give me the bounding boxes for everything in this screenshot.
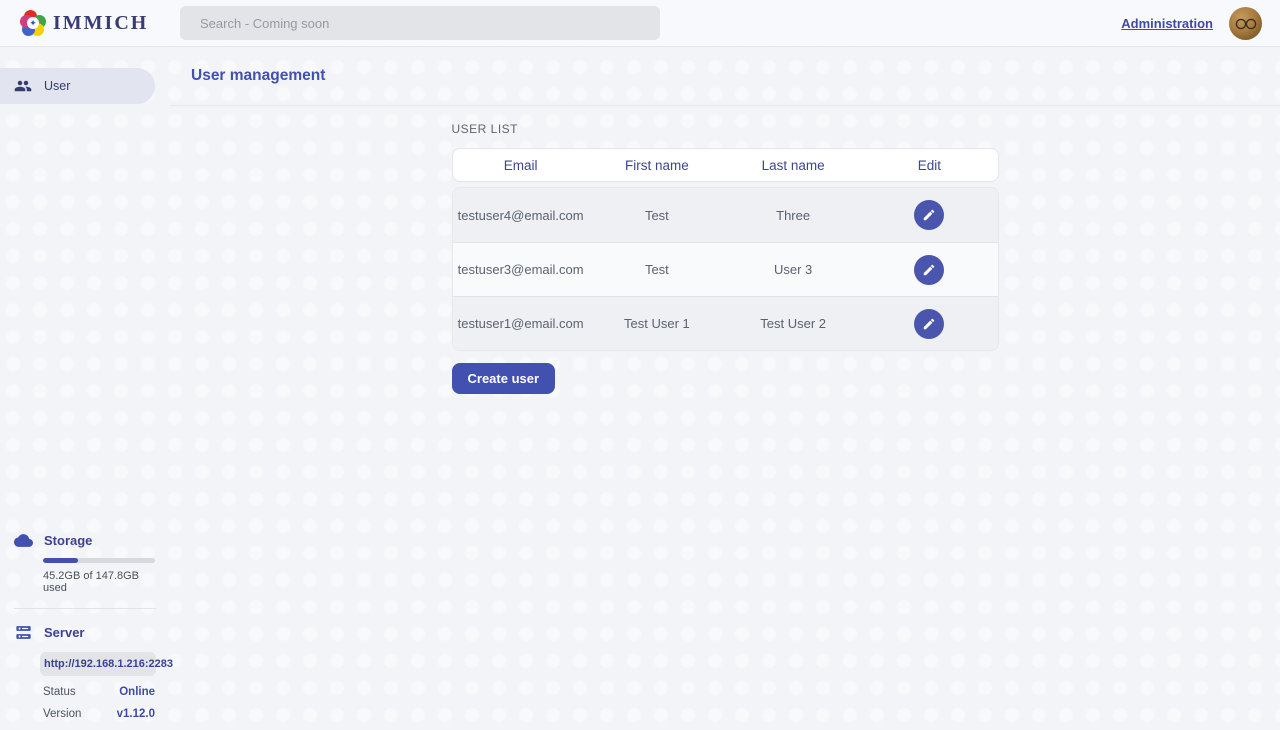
sidebar: User Storage 45.2GB of 147.8GB used xyxy=(0,47,170,730)
edit-user-button[interactable] xyxy=(914,200,944,230)
immich-logo[interactable]: ✦ IMMICH xyxy=(0,10,148,36)
cell-email: testuser1@email.com xyxy=(453,316,589,331)
search-input[interactable] xyxy=(180,6,660,40)
administration-link[interactable]: Administration xyxy=(1121,16,1213,31)
server-title: Server xyxy=(44,625,84,640)
cell-first-name: Test xyxy=(589,262,725,277)
server-status-label: Status xyxy=(43,686,76,698)
table-row: testuser3@email.com Test User 3 xyxy=(453,242,998,296)
cell-last-name: Three xyxy=(725,208,861,223)
col-header-email: Email xyxy=(453,158,589,173)
storage-usage-text: 45.2GB of 147.8GB used xyxy=(43,570,156,594)
server-status-value: Online xyxy=(119,686,155,698)
cloud-icon xyxy=(14,531,33,550)
user-avatar[interactable] xyxy=(1229,7,1262,40)
table-row: testuser1@email.com Test User 1 Test Use… xyxy=(453,296,998,350)
sidebar-divider xyxy=(14,608,156,609)
col-header-first-name: First name xyxy=(589,158,725,173)
cell-email: testuser3@email.com xyxy=(453,262,589,277)
edit-user-button[interactable] xyxy=(914,255,944,285)
cell-email: testuser4@email.com xyxy=(453,208,589,223)
cell-first-name: Test User 1 xyxy=(589,316,725,331)
users-icon xyxy=(14,77,32,95)
server-url: http://192.168.1.216:2283 xyxy=(40,652,156,676)
sidebar-item-label: User xyxy=(44,79,70,93)
pencil-icon xyxy=(922,263,936,277)
server-version-value: v1.12.0 xyxy=(117,708,155,720)
col-header-edit: Edit xyxy=(861,158,997,173)
main-content: User management USER LIST Email First na… xyxy=(170,47,1280,730)
create-user-button[interactable]: Create user xyxy=(452,363,556,394)
immich-flower-icon: ✦ xyxy=(20,10,46,36)
user-table-header: Email First name Last name Edit xyxy=(452,148,999,182)
col-header-last-name: Last name xyxy=(725,158,861,173)
cell-last-name: Test User 2 xyxy=(725,316,861,331)
storage-progress-fill xyxy=(43,558,78,563)
sidebar-bottom-panel: Storage 45.2GB of 147.8GB used Server ht… xyxy=(0,531,170,720)
storage-title: Storage xyxy=(44,533,92,548)
pencil-icon xyxy=(922,208,936,222)
brand-name: IMMICH xyxy=(53,12,148,35)
user-table-body: testuser4@email.com Test Three testuser3… xyxy=(452,187,999,351)
glasses-icon xyxy=(1234,17,1258,31)
storage-progress-bar xyxy=(43,558,155,563)
server-icon xyxy=(14,623,33,642)
cell-last-name: User 3 xyxy=(725,262,861,277)
title-bar: User management xyxy=(170,47,1280,106)
page-title: User management xyxy=(191,67,325,85)
edit-user-button[interactable] xyxy=(914,309,944,339)
sidebar-item-user[interactable]: User xyxy=(0,68,155,104)
pencil-icon xyxy=(922,317,936,331)
cell-first-name: Test xyxy=(589,208,725,223)
server-version-label: Version xyxy=(43,708,81,720)
table-row: testuser4@email.com Test Three xyxy=(453,188,998,242)
user-list-label: USER LIST xyxy=(452,122,999,136)
app-header: ✦ IMMICH Administration xyxy=(0,0,1280,47)
